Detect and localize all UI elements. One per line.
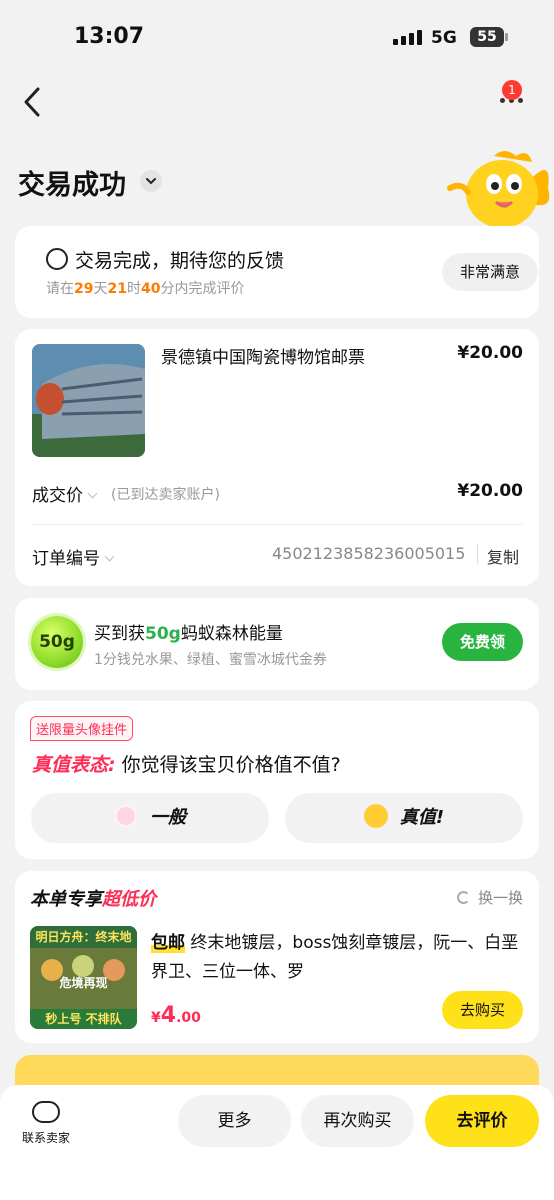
product-image-caption-bottom: 秒上号 不排队 xyxy=(30,1009,137,1029)
refresh-icon xyxy=(456,891,470,904)
exclusive-deal-title: 本单专享超低价 xyxy=(30,885,156,911)
smile-icon xyxy=(46,248,68,270)
divider xyxy=(32,524,523,525)
more-menu-button[interactable]: 1 xyxy=(496,80,530,120)
rate-average-label: 一般 xyxy=(150,807,186,828)
product-image-caption-top: 明日方舟：终末地 xyxy=(30,926,137,948)
product-image-caption-mid: 危境再现 xyxy=(59,976,108,990)
product-image[interactable] xyxy=(32,344,145,457)
deadline-days-unit: 天 xyxy=(93,281,108,297)
status-time: 13:07 xyxy=(74,24,145,49)
battery-icon: 55 xyxy=(470,27,508,47)
product-name[interactable]: 景德镇中国陶瓷博物馆邮票 xyxy=(161,343,365,368)
rate-worth-it-label: 真值! xyxy=(399,807,445,828)
deal-price: ¥20.00 xyxy=(457,481,523,501)
deal-price-label[interactable]: 成交价 xyxy=(32,481,102,506)
review-deadline: 请在29天21时40分内完成评价 xyxy=(46,278,244,298)
price-symbol: ¥ xyxy=(151,1010,161,1026)
deadline-prefix: 请在 xyxy=(46,281,74,297)
free-shipping-tag: 包邮 xyxy=(151,933,185,953)
very-satisfied-button[interactable]: 非常满意 xyxy=(442,253,538,291)
status-bar: 13:07 5G 55 xyxy=(0,0,554,70)
page-title: 交易成功 xyxy=(18,170,126,201)
order-number-label-text: 订单编号 xyxy=(32,549,100,569)
energy-title-suffix: 蚂蚁森林能量 xyxy=(180,624,283,644)
recommended-product-text: 终末地镀层，boss蚀刻章镀层，阮一、白垩界卫、三位一体、罗 xyxy=(151,933,519,982)
value-question-label: 真值表态: xyxy=(32,754,116,776)
price-decimal: .00 xyxy=(176,1010,201,1026)
chat-bubble-icon xyxy=(32,1101,60,1123)
deadline-suffix: 分内完成评价 xyxy=(160,281,245,297)
energy-title-prefix: 买到获 xyxy=(94,624,145,644)
order-product-card: 景德镇中国陶瓷博物馆邮票 ¥20.00 成交价 (已到达卖家账户) ¥20.00… xyxy=(15,329,539,586)
energy-amount: 50g xyxy=(145,624,181,644)
review-prompt-card: 交易完成，期待您的反馈 请在29天21时40分内完成评价 非常满意 xyxy=(15,226,539,318)
claim-free-button[interactable]: 免费领 xyxy=(442,623,523,661)
recommended-product-price: ¥4.00 xyxy=(151,1003,201,1028)
chevron-down-icon xyxy=(146,178,156,185)
deal-price-label-text: 成交价 xyxy=(32,486,83,506)
back-button[interactable] xyxy=(18,85,48,119)
product-price: ¥20.00 xyxy=(457,343,523,363)
heart-eyes-face-icon xyxy=(363,804,388,828)
refresh-label: 换一换 xyxy=(477,889,523,907)
chevron-left-icon xyxy=(24,87,40,117)
fish-mascot-icon xyxy=(447,151,550,228)
recommended-product-title[interactable]: 包邮 终末地镀层，boss蚀刻章镀层，阮一、白垩界卫、三位一体、罗 xyxy=(151,929,527,987)
signal-icon xyxy=(393,30,422,45)
value-question: 真值表态: 你觉得该宝贝价格值不值? xyxy=(32,750,341,777)
price-integer: 4 xyxy=(160,1003,177,1028)
bottom-action-bar: 联系卖家 更多 再次购买 去评价 xyxy=(0,1085,554,1200)
energy-ball-icon: 50g xyxy=(31,616,83,668)
exclusive-deal-title-prefix: 本单专享 xyxy=(30,889,102,910)
value-question-text: 你觉得该宝贝价格值不值? xyxy=(115,754,341,776)
recommended-product-image[interactable]: 明日方舟：终末地 危境再现 秒上号 不排队 xyxy=(30,926,137,1029)
divider xyxy=(477,544,478,564)
exclusive-deal-card: 本单专享超低价 换一换 明日方舟：终末地 危境再现 秒上号 不排队 包邮 终末地… xyxy=(15,871,539,1043)
rate-average-button[interactable]: 一般 xyxy=(31,793,269,843)
exclusive-deal-title-highlight: 超低价 xyxy=(102,889,156,910)
deadline-hours-unit: 时 xyxy=(126,281,141,297)
contact-seller-button[interactable]: 联系卖家 xyxy=(18,1101,74,1146)
energy-subtitle: 1分钱兑水果、绿植、蜜雪冰城代金券 xyxy=(94,652,327,668)
value-rating-card: 送限量头像挂件 真值表态: 你觉得该宝贝价格值不值? 一般 真值! xyxy=(15,701,539,859)
deadline-days: 29 xyxy=(74,281,94,297)
refresh-button[interactable]: 换一换 xyxy=(456,887,523,908)
more-button[interactable]: 更多 xyxy=(178,1095,291,1147)
copy-order-number-button[interactable]: 复制 xyxy=(487,544,519,568)
neutral-face-icon xyxy=(114,804,138,828)
buy-again-button[interactable]: 再次购买 xyxy=(301,1095,414,1147)
notification-badge: 1 xyxy=(502,80,522,100)
ant-forest-energy-card: 50g 买到获50g蚂蚁森林能量 1分钱兑水果、绿植、蜜雪冰城代金券 免费领 xyxy=(15,598,539,690)
deadline-hours: 21 xyxy=(107,281,127,297)
rate-worth-it-button[interactable]: 真值! xyxy=(285,793,523,843)
deadline-minutes: 40 xyxy=(140,281,161,297)
go-buy-button[interactable]: 去购买 xyxy=(442,991,523,1029)
network-type: 5G xyxy=(431,28,457,48)
write-review-button[interactable]: 去评价 xyxy=(425,1095,539,1147)
avatar-pendant-badge: 送限量头像挂件 xyxy=(30,716,134,741)
chevron-down-icon xyxy=(104,551,115,562)
energy-title: 买到获50g蚂蚁森林能量 xyxy=(94,619,283,644)
title-chevron-button[interactable] xyxy=(140,170,162,192)
order-number-label[interactable]: 订单编号 xyxy=(32,544,119,569)
contact-seller-label: 联系卖家 xyxy=(21,1131,70,1145)
chevron-down-icon xyxy=(87,488,98,499)
deal-price-note: (已到达卖家账户) xyxy=(111,487,220,503)
review-title: 交易完成，期待您的反馈 xyxy=(75,250,285,272)
order-number: 4502123858236005015 xyxy=(272,544,466,563)
